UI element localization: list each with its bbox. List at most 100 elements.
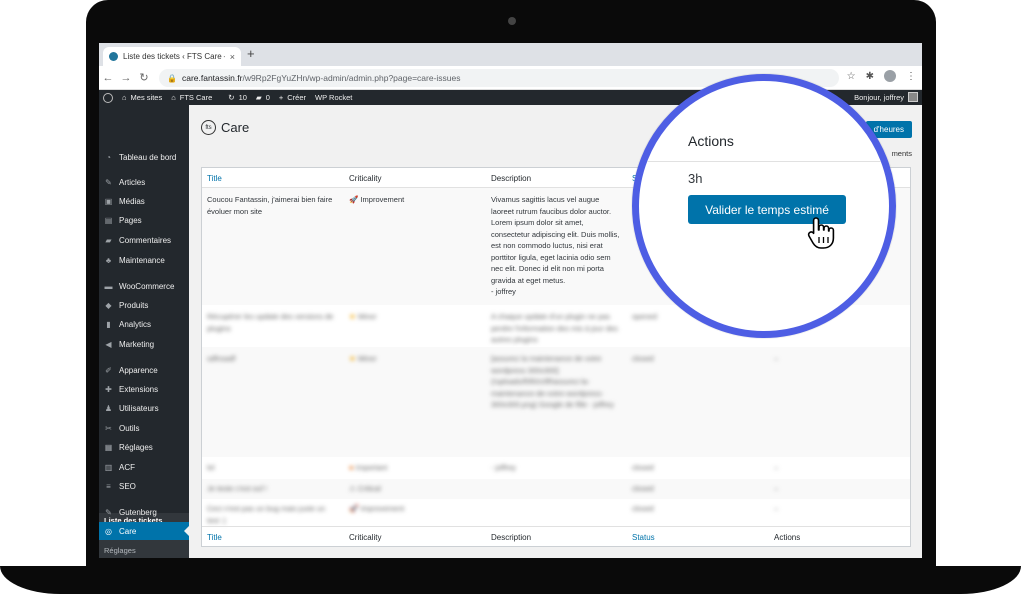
table-row[interactable]: sdfnsadf ★ Minor [assurez la maintenance…: [202, 347, 910, 457]
tab-title: Liste des tickets ‹ FTS Care —: [123, 52, 225, 61]
sidebar-item-care[interactable]: ◎ Care: [99, 522, 189, 540]
column-footer-title[interactable]: Title: [207, 533, 222, 542]
comments-link[interactable]: ▰ 0: [256, 93, 270, 102]
hand-pointer-cursor-icon: [807, 217, 835, 249]
reload-icon[interactable]: ↻: [135, 71, 153, 84]
create-link[interactable]: + Créer: [279, 93, 306, 102]
actions-column-header: Actions: [688, 133, 734, 149]
sidebar-item-outils[interactable]: ✂ Outils: [99, 419, 189, 437]
my-sites-link[interactable]: ⌂ Mes sites: [122, 93, 162, 102]
ticket-criticality: 🚀 Improvement: [349, 194, 404, 206]
sidebar-item-articles[interactable]: ✎ Articles: [99, 173, 189, 191]
sidebar-item-gutenberg[interactable]: ✎ Gutenberg: [99, 503, 189, 521]
sidebar-item-label: Pages: [119, 215, 142, 225]
sidebar-item-label: Apparence: [119, 365, 158, 375]
url-host: care.fantassin.fr: [181, 73, 243, 83]
home-icon: ⌂: [171, 93, 176, 102]
site-name-link[interactable]: ⌂ FTS Care: [171, 93, 212, 102]
criticality-label: Improvement: [360, 504, 405, 513]
tab-close-icon[interactable]: ×: [230, 52, 235, 62]
sidebar-item-analytics[interactable]: ▮ Analytics: [99, 315, 189, 333]
ticket-title[interactable]: Coucou Fantassin, j'aimerai bien faire é…: [207, 194, 337, 217]
sidebar-item-maintenance[interactable]: ♣ Maintenance: [99, 251, 189, 269]
browser-tab[interactable]: Liste des tickets ‹ FTS Care — ×: [103, 47, 241, 66]
ticket-criticality: ★ Minor: [349, 353, 377, 365]
sidebar-item-acf[interactable]: ▥ ACF: [99, 458, 189, 476]
sidebar-item-r-glages[interactable]: ▦ Réglages: [99, 438, 189, 456]
column-footer-description: Description: [491, 533, 532, 542]
tools-icon: ✂: [105, 423, 112, 433]
extensions-puzzle-icon[interactable]: ✱: [866, 71, 874, 82]
wp-rocket-label: WP Rocket: [315, 93, 353, 102]
forward-arrow-icon[interactable]: →: [117, 72, 135, 84]
account-menu[interactable]: Bonjour, joffrey: [854, 92, 918, 102]
sidebar-item-seo[interactable]: ≡ SEO: [99, 477, 189, 495]
ticket-title[interactable]: lol: [207, 462, 215, 474]
sidebar-item-label: Care: [119, 526, 137, 536]
sidebar-item-label: Maintenance: [119, 255, 165, 265]
ticket-criticality: ● Important: [349, 462, 387, 474]
table-row[interactable]: Ceci n'est pas un bug mais juste un test…: [202, 499, 910, 526]
divider: [639, 161, 889, 162]
sidebar-item-label: Réglages: [119, 442, 153, 452]
ticket-title[interactable]: Je teste c'est ouf !: [207, 483, 267, 495]
warning-icon: ●: [349, 463, 354, 472]
sidebar-item-apparence[interactable]: ✐ Apparence: [99, 361, 189, 379]
ticket-description: - joffrey: [491, 463, 516, 472]
page-title: fts Care: [201, 120, 249, 135]
sidebar-item-label: Utilisateurs: [119, 403, 159, 413]
sidebar-item-label: Gutenberg: [119, 507, 157, 517]
bookmark-star-icon[interactable]: ☆: [847, 71, 856, 82]
updates-link[interactable]: ↻ 10: [228, 93, 247, 102]
sidebar-item-extensions[interactable]: ✚ Extensions: [99, 380, 189, 398]
comment-icon: ▰: [255, 93, 262, 102]
sidebar-item-label: Produits: [119, 300, 149, 310]
table-row[interactable]: Je teste c'est ouf ! ⚠ Critical closed –: [202, 479, 910, 499]
laptop-base: [0, 566, 1021, 594]
ticket-criticality: ★ Minor: [349, 311, 377, 323]
profile-avatar[interactable]: [884, 70, 896, 82]
webcam: [508, 17, 516, 25]
ticket-title[interactable]: sdfnsadf: [207, 353, 337, 365]
lock-icon: 🔒: [167, 73, 177, 83]
updates-icon: ↻: [228, 93, 235, 102]
wp-rocket-link[interactable]: WP Rocket: [315, 93, 352, 102]
sidebar-item-pages[interactable]: ▤ Pages: [99, 211, 189, 229]
new-tab-button[interactable]: +: [247, 46, 255, 61]
sidebar-item-tableau-de-bord[interactable]: ◔ Tableau de bord: [99, 148, 189, 166]
ticket-title[interactable]: Récupérer les update des versions de plu…: [207, 311, 337, 334]
sidebar-item-woocommerce[interactable]: ▬ WooCommerce: [99, 277, 189, 295]
appearance-icon: ✐: [105, 365, 112, 375]
back-arrow-icon[interactable]: ←: [99, 72, 117, 84]
ticket-author: - joffrey: [491, 287, 516, 296]
sidebar-item-m-dias[interactable]: ▣ Médias: [99, 192, 189, 210]
sidebar-item-label: Médias: [119, 196, 145, 206]
updates-count: 10: [238, 93, 247, 102]
header-link[interactable]: ments: [892, 149, 912, 158]
browser-tabbar: Liste des tickets ‹ FTS Care — × +: [99, 43, 922, 66]
wordpress-favicon-icon: [109, 52, 118, 61]
column-header-title[interactable]: Title: [207, 174, 222, 183]
ticket-actions: –: [774, 463, 779, 472]
sidebar-item-marketing[interactable]: ◀ Marketing: [99, 335, 189, 353]
sidebar-item-utilisateurs[interactable]: ♟ Utilisateurs: [99, 399, 189, 417]
settings-icon: ▦: [104, 442, 113, 452]
column-footer-status[interactable]: Status: [632, 533, 655, 542]
ticket-description: Vivamus sagittis lacus vel augue laoreet…: [491, 195, 620, 285]
url-path: /w9Rp2FgYuZHn/wp-admin/admin.php?page=ca…: [242, 73, 461, 83]
browser-menu-icon[interactable]: ⋮: [906, 71, 916, 82]
woocommerce-icon: ▬: [104, 281, 113, 291]
sidebar-item-commentaires[interactable]: ▰ Commentaires: [99, 231, 189, 249]
create-label: Créer: [287, 93, 307, 102]
my-sites-label: Mes sites: [130, 93, 163, 102]
ticket-title[interactable]: Ceci n'est pas un bug mais juste un test…: [207, 503, 337, 526]
table-row[interactable]: lol ● Important - joffrey closed –: [202, 457, 910, 479]
ticket-criticality: 🚀 Improvement: [349, 503, 404, 515]
sidebar-item-produits[interactable]: ◆ Produits: [99, 296, 189, 314]
ticket-actions: –: [774, 504, 779, 513]
wordpress-logo-icon[interactable]: [103, 92, 113, 103]
submenu-item-reglages[interactable]: Réglages: [99, 543, 189, 558]
column-header-criticality: Criticality: [349, 174, 382, 183]
criticality-label: Improvement: [360, 195, 405, 204]
ticket-actions: –: [774, 484, 779, 493]
